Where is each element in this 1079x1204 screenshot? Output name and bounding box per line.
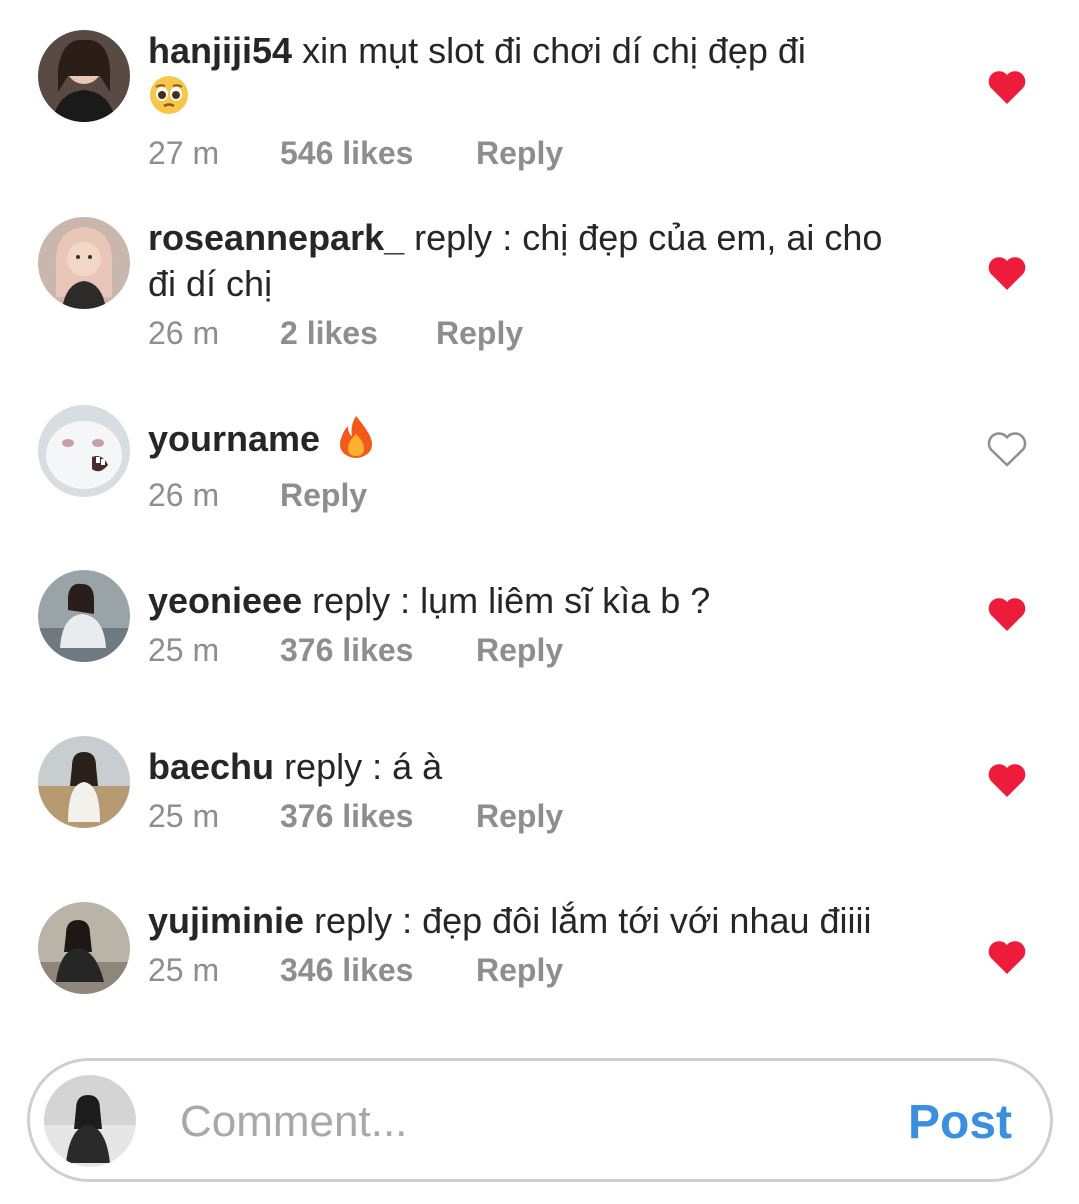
comment-likes[interactable]: 376 likes: [280, 630, 476, 670]
comment-meta: 25 m 346 likes Reply: [148, 950, 908, 990]
pleading-face-icon: [148, 74, 190, 127]
heart-filled-icon[interactable]: [987, 255, 1027, 291]
comment-message: reply : lụm liêm sĩ kìa b ?: [312, 580, 711, 621]
comment-meta: 25 m 376 likes Reply: [148, 630, 908, 670]
avatar[interactable]: [38, 902, 130, 994]
heart-filled-icon[interactable]: [987, 939, 1027, 975]
comment-username[interactable]: baechu: [148, 746, 274, 787]
comment-body: yujiminie reply : đẹp đôi lắm tới với nh…: [148, 898, 908, 990]
avatar[interactable]: [38, 217, 130, 309]
comment-username[interactable]: yujiminie: [148, 900, 304, 941]
comment-likes[interactable]: 346 likes: [280, 950, 476, 990]
comment-text: yujiminie reply : đẹp đôi lắm tới với nh…: [148, 898, 908, 944]
comment-text: yourname: [148, 414, 908, 469]
comment-message: reply : á à: [284, 746, 443, 787]
comment-message: xin mụt slot đi chơi dí chị đẹp đi: [302, 30, 806, 71]
comment-body: yourname 26 m Reply: [148, 414, 908, 515]
comment-text: baechu reply : á à: [148, 744, 908, 790]
heart-filled-icon[interactable]: [987, 596, 1027, 632]
comment-body: hanjiji54 xin mụt slot đi chơi dí chị đẹ…: [148, 28, 908, 173]
avatar[interactable]: [38, 736, 130, 828]
comment-time: 26 m: [148, 477, 220, 513]
comment-text: yeonieee reply : lụm liêm sĩ kìa b ?: [148, 578, 908, 624]
comment-username[interactable]: yeonieee: [148, 580, 302, 621]
comment-text: hanjiji54 xin mụt slot đi chơi dí chị đẹ…: [148, 28, 908, 127]
comment-meta: 26 m Reply: [148, 475, 908, 515]
avatar: [44, 1075, 136, 1167]
comment-time: 25 m: [148, 798, 220, 834]
comment-username[interactable]: yourname: [148, 418, 320, 459]
comment-meta: 27 m 546 likes Reply: [148, 133, 908, 173]
comment-username[interactable]: hanjiji54: [148, 30, 292, 71]
comment-likes[interactable]: 2 likes: [280, 313, 436, 353]
heart-filled-icon[interactable]: [987, 69, 1027, 105]
comment-input[interactable]: [180, 1091, 880, 1153]
avatar[interactable]: [38, 570, 130, 662]
heart-outline-icon[interactable]: [987, 431, 1027, 467]
reply-button[interactable]: Reply: [476, 630, 563, 670]
comment-username[interactable]: roseannepark_: [148, 217, 404, 258]
reply-button[interactable]: Reply: [436, 313, 523, 353]
comment-text: roseannepark_ reply : chị đẹp của em, ai…: [148, 215, 908, 307]
reply-button[interactable]: Reply: [280, 475, 367, 515]
comment-body: roseannepark_ reply : chị đẹp của em, ai…: [148, 215, 908, 353]
avatar[interactable]: [38, 405, 130, 497]
post-button[interactable]: Post: [908, 1097, 1012, 1149]
comment-body: yeonieee reply : lụm liêm sĩ kìa b ? 25 …: [148, 578, 908, 670]
comment-time: 27 m: [148, 135, 220, 171]
heart-filled-icon[interactable]: [987, 762, 1027, 798]
comment-message: reply : đẹp đôi lắm tới với nhau điiii: [314, 900, 872, 941]
comment-meta: 25 m 376 likes Reply: [148, 796, 908, 836]
fire-icon: [336, 414, 376, 469]
avatar[interactable]: [38, 30, 130, 122]
comment-time: 26 m: [148, 315, 220, 351]
comment-body: baechu reply : á à 25 m 376 likes Reply: [148, 744, 908, 836]
comment-likes[interactable]: 546 likes: [280, 133, 476, 173]
comment-composer: Post: [27, 1058, 1053, 1182]
comment-likes[interactable]: 376 likes: [280, 796, 476, 836]
reply-button[interactable]: Reply: [476, 796, 563, 836]
comment-time: 25 m: [148, 952, 220, 988]
reply-button[interactable]: Reply: [476, 950, 563, 990]
comment-time: 25 m: [148, 632, 220, 668]
reply-button[interactable]: Reply: [476, 133, 563, 173]
comment-meta: 26 m 2 likes Reply: [148, 313, 908, 353]
